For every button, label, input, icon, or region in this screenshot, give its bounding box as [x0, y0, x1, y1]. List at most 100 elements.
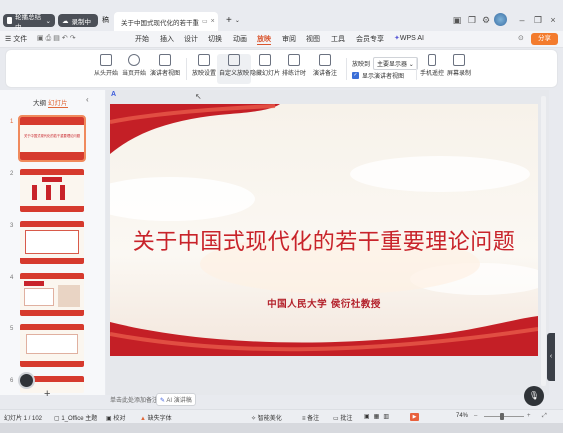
theme-name[interactable]: ▢ 1_Office 主题: [54, 413, 97, 422]
share-label: 分享: [538, 35, 551, 42]
thumb-column: [32, 185, 37, 200]
close-window-icon[interactable]: ×: [547, 14, 559, 26]
slideshow-settings-button[interactable]: 放映设置: [192, 54, 216, 84]
cloud-sync-icon[interactable]: ⊙: [518, 34, 524, 42]
thumb-footer: [20, 310, 84, 316]
menu-item-member[interactable]: 会员专享: [356, 34, 384, 44]
tab-partial[interactable]: 稿: [98, 13, 114, 27]
redo-icon[interactable]: ↷: [70, 35, 78, 42]
menu-item-design[interactable]: 设计: [184, 34, 198, 44]
display-select[interactable]: 主要显示器 ⌄: [373, 57, 418, 70]
summary-pill[interactable]: 轮播总结中 ⌄: [3, 14, 55, 31]
comment-button[interactable]: ▭ 批注: [333, 413, 352, 422]
slide-thumbnail-5[interactable]: [20, 324, 84, 367]
copy-icon[interactable]: ❐: [466, 14, 478, 26]
menu-item-start[interactable]: 开始: [135, 34, 149, 44]
thumb-footer: [20, 152, 84, 160]
tab-outline[interactable]: 大纲: [33, 97, 46, 107]
presenter-view-checkbox[interactable]: ✓: [352, 72, 359, 79]
menu-item-insert[interactable]: 插入: [160, 34, 174, 44]
menu-item-view[interactable]: 视图: [306, 34, 320, 44]
slide-thumbnail-1[interactable]: 关于中国式现代化的若干重要理论问题: [18, 115, 86, 162]
settings-icon[interactable]: ⚙: [480, 14, 492, 26]
custom-slideshow-button[interactable]: 自定义放映: [217, 54, 252, 84]
presenter-view-button[interactable]: 演讲者视图: [150, 54, 180, 84]
menu-item-slideshow[interactable]: 放映: [257, 34, 271, 45]
undo-icon[interactable]: ↶: [62, 35, 70, 42]
thumb-number: 5: [10, 326, 14, 332]
timer-icon: [288, 54, 300, 66]
screen-record-button[interactable]: 屏幕录制: [447, 54, 471, 84]
save-icon[interactable]: ▣: [37, 35, 46, 42]
ribbon-button-label: 隐藏幻灯片: [250, 71, 281, 77]
menu-item-animation[interactable]: 动画: [233, 34, 247, 44]
view-mode-buttons[interactable]: ▣▦▥: [364, 413, 393, 420]
zoom-level[interactable]: 74%: [456, 413, 468, 419]
notes-bar: 单击此处添加备注 ✎ AI 演讲稿 🎙: [110, 386, 555, 408]
menu-item-tools[interactable]: 工具: [331, 34, 345, 44]
proofread-button[interactable]: ▣ 校对: [106, 413, 125, 422]
avatar[interactable]: [494, 13, 507, 26]
missing-font-button[interactable]: ▲ 缺失字体: [140, 413, 172, 422]
zoom-slider-thumb[interactable]: [500, 413, 504, 420]
menu-item-review[interactable]: 审阅: [282, 34, 296, 44]
smart-beautify-button[interactable]: ✧ 智能美化: [251, 413, 282, 422]
fit-window-icon[interactable]: ⤢: [542, 413, 547, 420]
menu-item-transition[interactable]: 切换: [208, 34, 222, 44]
layout-icon[interactable]: ▣: [451, 14, 463, 26]
slide-thumbnail-3[interactable]: [20, 221, 84, 264]
zoom-in-icon[interactable]: +: [527, 413, 531, 419]
menu-item-label: 动画: [233, 36, 247, 43]
grid-view-icon[interactable]: ▦: [374, 414, 384, 420]
notes-placeholder[interactable]: 单击此处添加备注: [110, 395, 158, 404]
tab-document[interactable]: 关于中国式现代化的若干重 ▭ ×: [114, 12, 218, 31]
summary-pill-label: 轮播总结中: [15, 13, 42, 31]
ribbon-button-label: 演讲者视图: [150, 71, 181, 77]
reading-view-icon[interactable]: ▥: [383, 414, 393, 420]
new-tab-button[interactable]: + ⌄: [222, 13, 244, 27]
warning-icon: ▲: [140, 416, 148, 422]
close-icon[interactable]: ×: [211, 18, 215, 25]
collapse-panel-icon[interactable]: ‹: [86, 95, 89, 104]
record-camera-button[interactable]: [18, 372, 35, 389]
ai-script-button[interactable]: ✎ AI 演讲稿: [156, 393, 196, 406]
menu-file[interactable]: ☰ 文件: [5, 34, 27, 44]
start-from-current-button[interactable]: 当页开始: [122, 54, 146, 84]
ai-assistant-icon[interactable]: A: [111, 91, 116, 98]
slide-thumbnail-4[interactable]: [20, 273, 84, 316]
mouse-cursor-icon: ↖: [195, 92, 202, 101]
slide-thumbnail-2[interactable]: [20, 169, 84, 212]
vertical-scrollbar[interactable]: [541, 96, 546, 386]
thumb-text-block: [24, 288, 54, 306]
preview-icon[interactable]: ▤: [53, 35, 62, 42]
add-slide-button[interactable]: +: [44, 388, 50, 400]
notes-icon: [319, 54, 331, 66]
side-collapse-tab[interactable]: ‹: [547, 333, 555, 381]
microphone-button[interactable]: 🎙: [524, 386, 544, 406]
taskbar-strip: [0, 423, 563, 433]
speaker-notes-button[interactable]: 演讲备注: [313, 54, 337, 84]
play-slideshow-button[interactable]: ▶: [410, 413, 419, 421]
restore-icon[interactable]: ❐: [532, 14, 544, 26]
quick-access-toolbar[interactable]: ▣⎙▤↶↷: [37, 34, 78, 43]
notes-toggle-button[interactable]: ≡ 备注: [302, 413, 319, 422]
recording-pill[interactable]: ☁ 录制中: [58, 14, 98, 27]
share-button[interactable]: 分享: [531, 33, 558, 45]
presenter-icon: [159, 54, 171, 66]
slide-subtitle: 中国人民大学 侯衍社教授: [267, 299, 381, 310]
phone-remote-button[interactable]: 手机遥控: [420, 54, 444, 84]
normal-view-icon[interactable]: ▣: [364, 414, 374, 420]
zoom-slider[interactable]: [484, 416, 524, 417]
rehearse-timing-button[interactable]: 排练计时: [282, 54, 306, 84]
tab-slides[interactable]: 幻灯片: [48, 97, 68, 108]
recording-pill-label: 录制中: [71, 18, 92, 26]
wps-ai-button[interactable]: ✦WPS AI: [394, 34, 424, 42]
presenter-view-checkbox-row[interactable]: ✓ 显示演讲者视图: [352, 71, 404, 80]
minimize-icon[interactable]: –: [516, 14, 528, 26]
monitor-icon: ▭: [202, 19, 208, 25]
thumb-number: 6: [10, 378, 14, 384]
slide-preview[interactable]: 关于中国式现代化的若干重要理论问题 中国人民大学 侯衍社教授: [110, 104, 538, 356]
hide-slide-button[interactable]: 隐藏幻灯片: [250, 54, 280, 84]
start-from-beginning-button[interactable]: 从头开始: [94, 54, 118, 84]
zoom-out-icon[interactable]: –: [474, 413, 477, 419]
